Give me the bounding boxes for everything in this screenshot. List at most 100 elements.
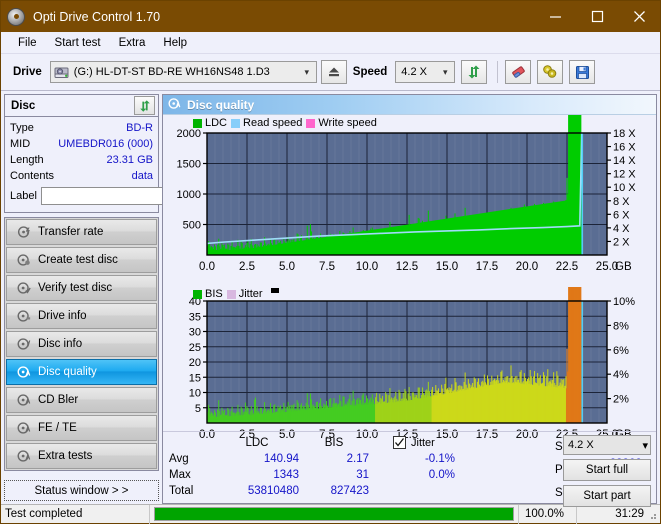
jitter-checkbox[interactable] bbox=[393, 436, 406, 449]
speed-select[interactable]: 4.2 X ▾ bbox=[395, 61, 456, 83]
window-controls bbox=[534, 1, 660, 32]
status-bar: Test completed 100.0% 31:29 bbox=[1, 504, 660, 524]
disc-row-contents-value: data bbox=[131, 170, 153, 182]
stats-row-max-label: Max bbox=[169, 468, 191, 481]
disc-refresh-button[interactable] bbox=[134, 96, 155, 115]
chevron-down-icon: ▾ bbox=[304, 66, 310, 77]
sidebar-item-disc-info[interactable]: Disc info bbox=[6, 331, 157, 357]
table-row: Max 1343 31 0.0% bbox=[169, 467, 455, 483]
panel-title: Disc quality bbox=[187, 97, 255, 112]
drive-select-value: (G:) HL-DT-ST BD-RE WH16NS48 1.D3 bbox=[73, 66, 270, 78]
disc-row-mid-value: UMEBDR016 (000) bbox=[58, 138, 153, 150]
svg-text:1500: 1500 bbox=[177, 159, 201, 171]
eject-button[interactable] bbox=[320, 60, 347, 84]
legend-ldc: LDC bbox=[193, 117, 227, 129]
sidebar-item-cd-bler[interactable]: CD Bler bbox=[6, 387, 157, 413]
chevron-down-icon: ▾ bbox=[642, 439, 648, 452]
sidebar-item-create-test-disc[interactable]: Create test disc bbox=[6, 247, 157, 273]
svg-text:GB: GB bbox=[615, 261, 632, 273]
svg-text:5: 5 bbox=[195, 403, 201, 415]
start-part-button[interactable]: Start part bbox=[563, 485, 651, 507]
disc-extra-icon bbox=[13, 449, 35, 463]
menu-extra[interactable]: Extra bbox=[110, 35, 155, 51]
svg-text:7.5: 7.5 bbox=[319, 261, 335, 273]
disc-row-type-value: BD-R bbox=[126, 122, 153, 134]
progress-container bbox=[149, 504, 518, 524]
drive-select[interactable]: (G:) HL-DT-ST BD-RE WH16NS48 1.D3 ▾ bbox=[49, 61, 317, 83]
legend-swatch-read-speed bbox=[231, 118, 241, 128]
disc-row-contents-key: Contents bbox=[10, 170, 55, 182]
minimize-button[interactable] bbox=[534, 1, 576, 32]
menu-help-label: Help bbox=[163, 36, 188, 49]
legend-label-read-speed: Read speed bbox=[243, 117, 303, 129]
title-bar: Opti Drive Control 1.70 bbox=[1, 1, 660, 32]
table-row: Avg 140.94 2.17 -0.1% bbox=[169, 451, 455, 467]
jitter-label: Jitter bbox=[411, 436, 435, 449]
menu-help[interactable]: Help bbox=[154, 35, 196, 51]
status-window-button-label: Status window > > bbox=[34, 484, 129, 497]
disc-row-mid: MID UMEBDR016 (000) bbox=[10, 136, 153, 152]
sidebar-item-drive-info[interactable]: Drive info bbox=[6, 303, 157, 329]
svg-text:35: 35 bbox=[189, 311, 201, 323]
start-part-label: Start part bbox=[583, 490, 631, 502]
jitter-marker-icon bbox=[270, 288, 279, 293]
sidebar-item-create-test-disc-label: Create test disc bbox=[38, 254, 118, 266]
disc-info-icon bbox=[13, 309, 35, 323]
svg-text:18 X: 18 X bbox=[613, 128, 636, 140]
sidebar: Disc Type BD-R MID UMEBDR016 (000) Lengt… bbox=[4, 94, 250, 504]
svg-text:6 X: 6 X bbox=[613, 209, 630, 221]
stats-header-ldc: LDC bbox=[245, 436, 269, 449]
drive-label: Drive bbox=[13, 66, 42, 78]
stats-row-max-ldc: 1343 bbox=[273, 468, 299, 481]
legend-swatch-write-speed bbox=[306, 118, 316, 128]
close-button[interactable] bbox=[618, 1, 660, 32]
maximize-button[interactable] bbox=[576, 1, 618, 32]
legend-write-speed: Write speed bbox=[306, 117, 377, 129]
action-buttons: 4.2 X ▾ Start full Start part bbox=[563, 435, 651, 511]
menu-file-label: File bbox=[18, 36, 37, 49]
svg-text:4%: 4% bbox=[613, 369, 629, 381]
test-speed-select[interactable]: 4.2 X ▾ bbox=[563, 435, 651, 455]
save-button[interactable] bbox=[569, 60, 596, 84]
sidebar-item-cd-bler-label: CD Bler bbox=[38, 394, 79, 406]
disc-row-type: Type BD-R bbox=[10, 120, 153, 136]
sidebar-item-fe-te[interactable]: FE / TE bbox=[6, 415, 157, 441]
stats-header-bis: BIS bbox=[324, 436, 344, 449]
resize-grip-icon[interactable] bbox=[646, 509, 658, 521]
legend-label-write-speed: Write speed bbox=[318, 117, 377, 129]
legend-swatch-jitter bbox=[226, 289, 236, 299]
sidebar-item-transfer-rate[interactable]: Transfer rate bbox=[6, 219, 157, 245]
legend-label-ldc: LDC bbox=[205, 117, 228, 129]
menu-start-test[interactable]: Start test bbox=[46, 35, 110, 51]
svg-text:2000: 2000 bbox=[177, 128, 201, 140]
legend-label-bis: BIS bbox=[205, 288, 223, 300]
svg-text:16 X: 16 X bbox=[613, 142, 636, 154]
start-full-button[interactable]: Start full bbox=[563, 459, 651, 481]
status-window-button[interactable]: Status window > > bbox=[4, 480, 159, 501]
menu-file[interactable]: File bbox=[9, 35, 46, 51]
erase-button[interactable] bbox=[505, 60, 532, 84]
svg-text:500: 500 bbox=[183, 220, 201, 232]
svg-text:8 X: 8 X bbox=[613, 196, 630, 208]
sidebar-item-verify-test-disc[interactable]: Verify test disc bbox=[6, 275, 157, 301]
nav-list: Transfer rate Create test disc Verify te… bbox=[4, 217, 159, 471]
svg-text:2 X: 2 X bbox=[613, 236, 630, 248]
sidebar-item-disc-quality[interactable]: Disc quality bbox=[6, 359, 157, 385]
svg-text:14 X: 14 X bbox=[613, 155, 636, 167]
disc-row-contents: Contents data bbox=[10, 168, 153, 184]
ldc-chart: LDC Read speed Write speed 500 1000 1500 20… bbox=[163, 115, 656, 287]
disc-quality-icon bbox=[13, 365, 35, 379]
disc-info-rows: Type BD-R MID UMEBDR016 (000) Length 23.… bbox=[5, 117, 250, 212]
drive-icon bbox=[54, 66, 70, 79]
refresh-drive-button[interactable] bbox=[461, 60, 488, 84]
disc-info2-icon bbox=[13, 337, 35, 351]
stats-row-total-jitter bbox=[369, 483, 455, 499]
speed-select-value: 4.2 X bbox=[401, 66, 427, 78]
sidebar-item-extra-tests[interactable]: Extra tests bbox=[6, 443, 157, 469]
legend-bis: BIS bbox=[193, 288, 223, 300]
jitter-toggle[interactable]: Jitter bbox=[393, 436, 435, 449]
tools-button[interactable] bbox=[537, 60, 564, 84]
legend-swatch-ldc bbox=[193, 118, 202, 128]
chevron-down-icon: ▾ bbox=[443, 66, 448, 77]
legend-read-speed: Read speed bbox=[231, 117, 302, 129]
